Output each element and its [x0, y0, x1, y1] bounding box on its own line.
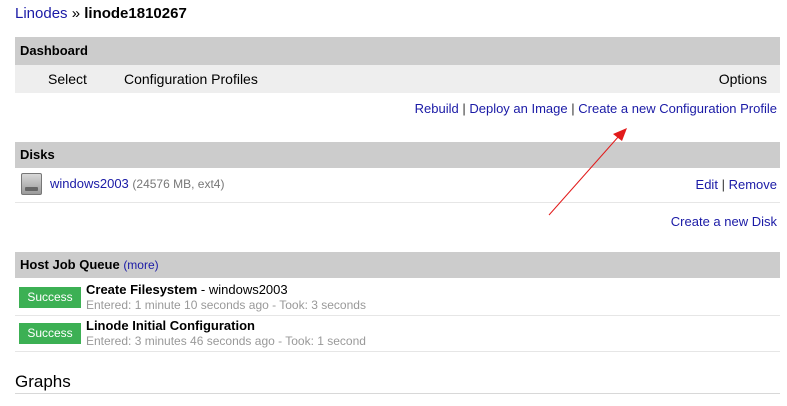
- more-jobs-link[interactable]: (more): [123, 258, 158, 272]
- status-badge: Success: [19, 323, 81, 344]
- annotation-arrow-head: [613, 128, 627, 141]
- host-job-queue-title: Host Job Queue: [20, 257, 120, 272]
- job-title: Linode Initial Configuration: [86, 318, 255, 333]
- divider: [15, 315, 780, 316]
- job-title: Create Filesystem: [86, 282, 198, 297]
- host-job-queue-header: Host Job Queue (more): [15, 252, 780, 278]
- annotation-arrow-line: [548, 135, 620, 216]
- graphs-title: Graphs: [15, 372, 71, 391]
- status-badge: Success: [19, 287, 81, 308]
- job-target: - windows2003: [200, 282, 288, 297]
- job-meta: Entered: 3 minutes 46 seconds ago - Took…: [86, 334, 366, 348]
- divider: [15, 351, 780, 352]
- divider: [15, 393, 780, 394]
- job-meta: Entered: 1 minute 10 seconds ago - Took:…: [86, 298, 366, 312]
- job-title-row: Create Filesystem - windows2003: [86, 282, 288, 297]
- job-title-row: Linode Initial Configuration: [86, 318, 255, 333]
